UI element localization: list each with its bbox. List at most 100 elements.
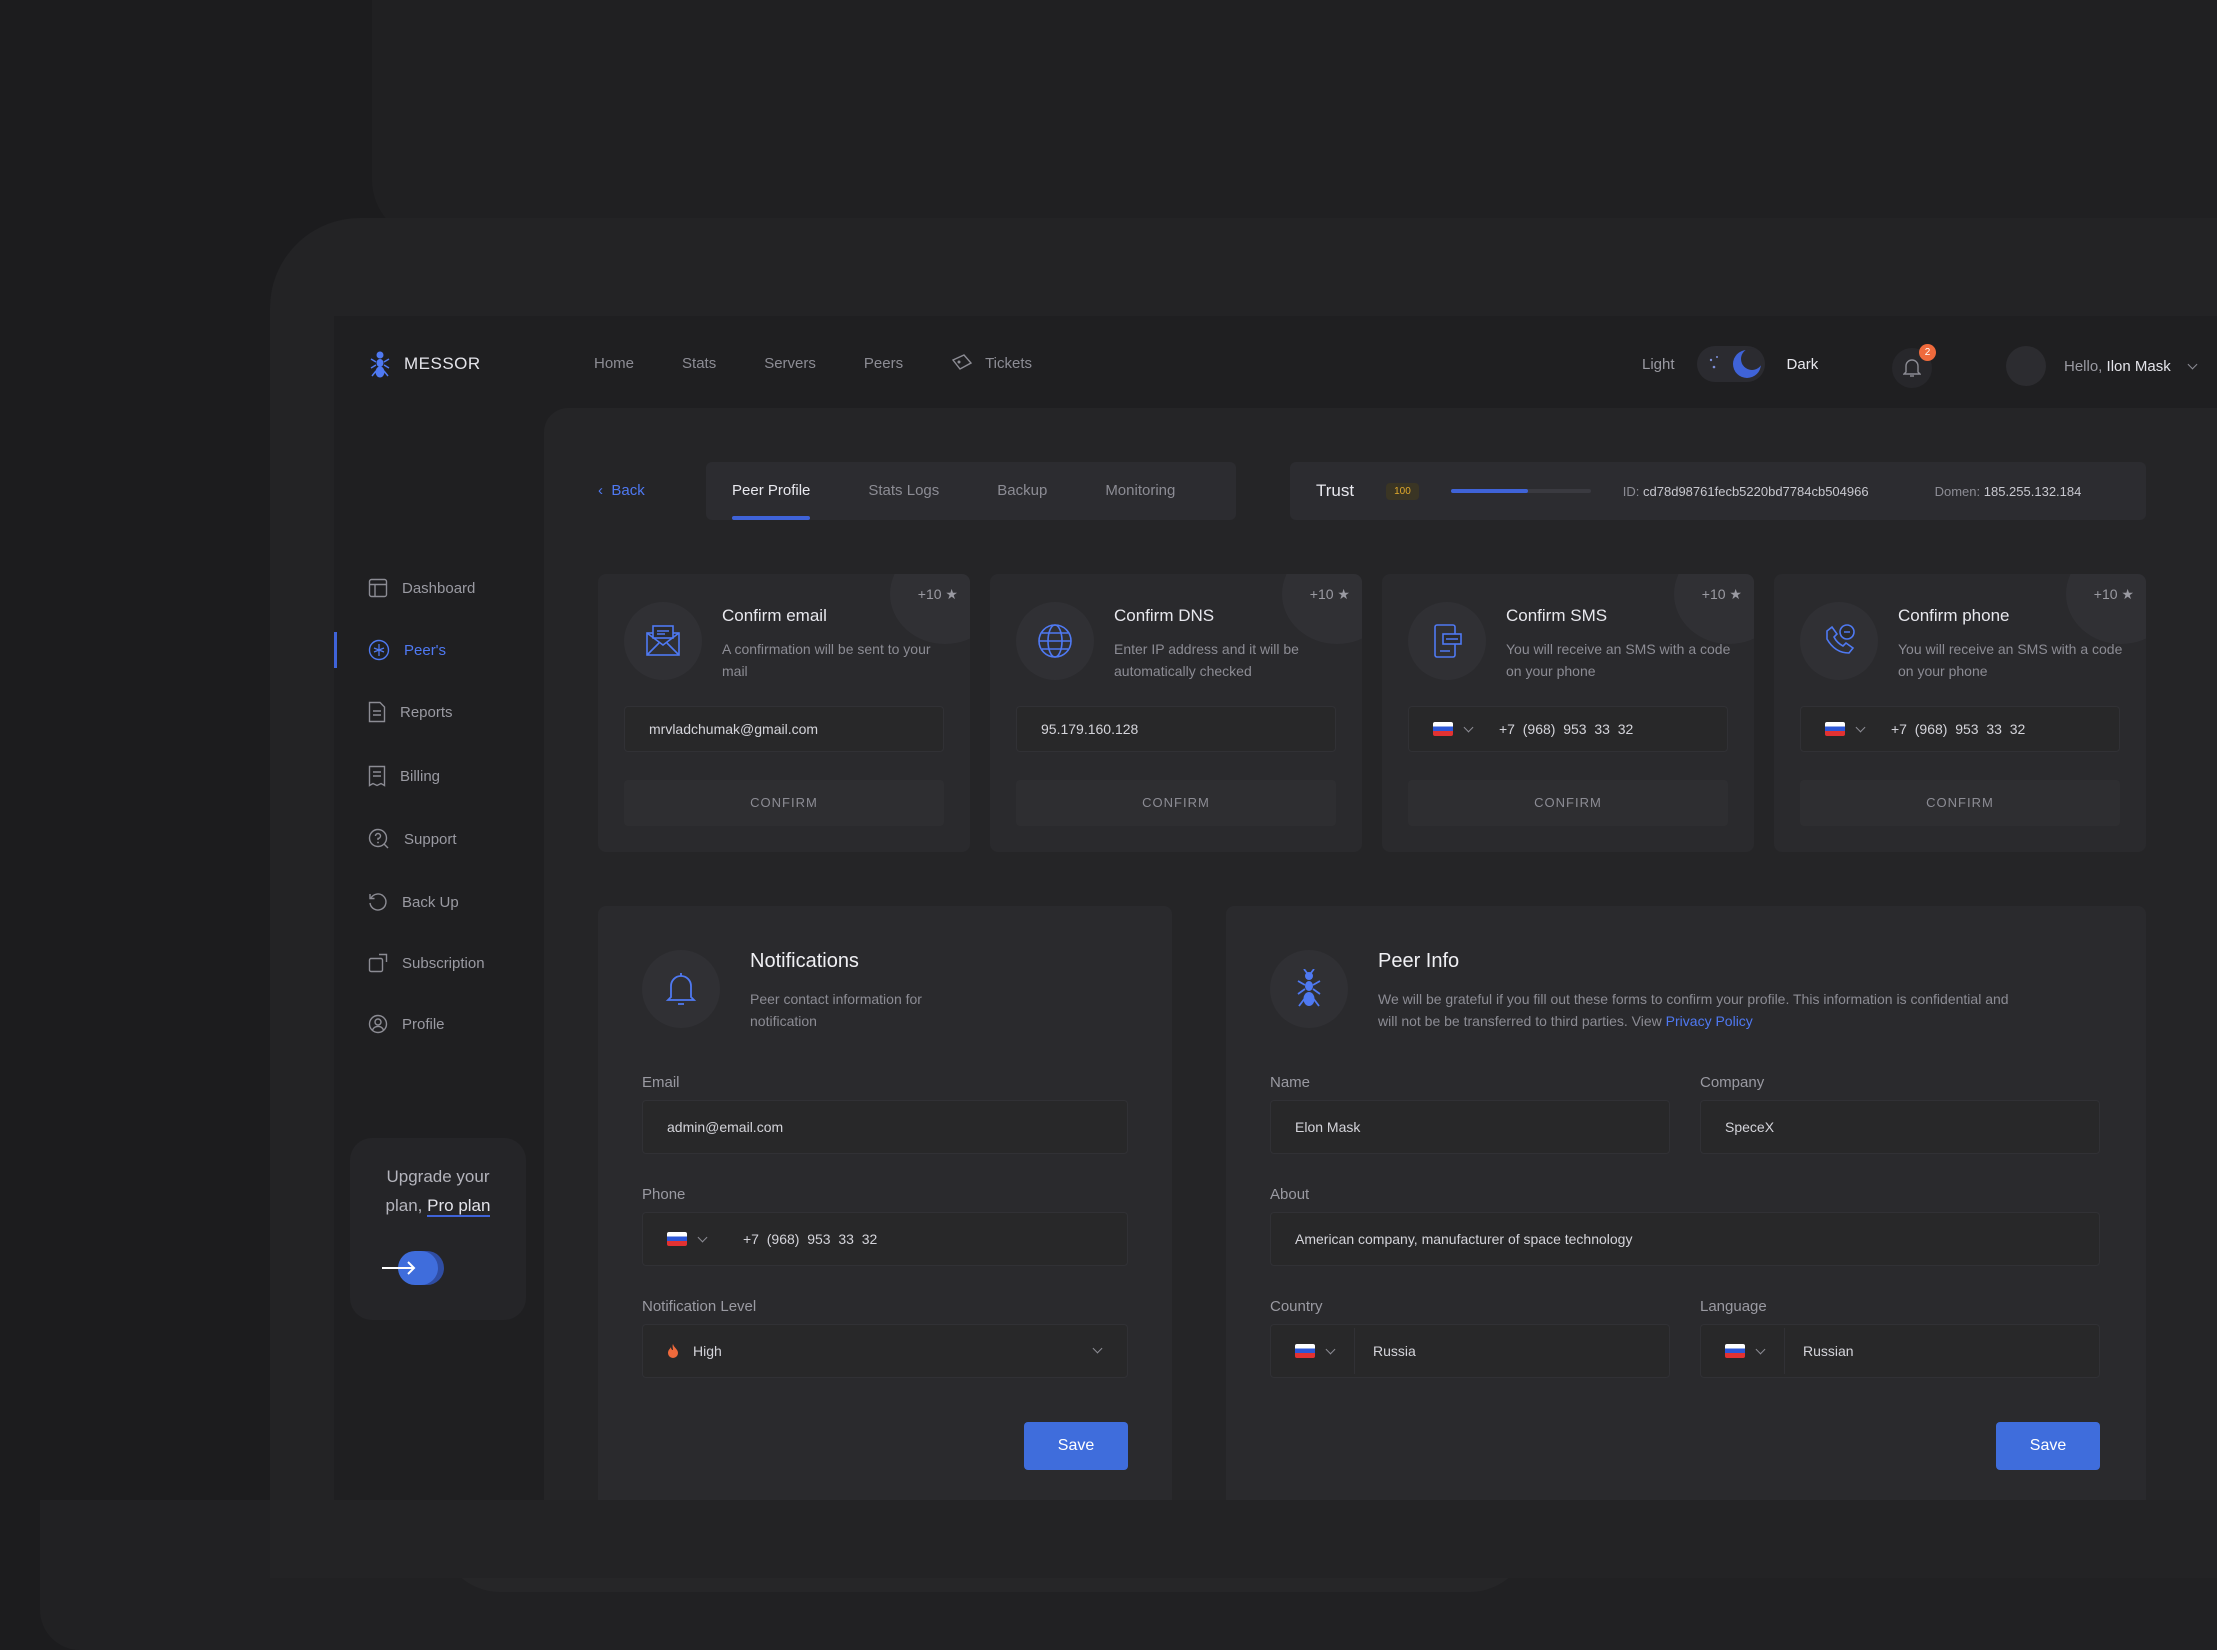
sidebar-item-backup[interactable]: Back Up [334,884,542,920]
card-title: Confirm SMS [1506,606,1608,625]
upgrade-arrow-button[interactable] [382,1248,452,1288]
theme-light-label[interactable]: Light [1642,356,1675,373]
sidebar-item-label: Back Up [402,893,459,911]
ant-icon [1270,950,1348,1028]
card-title: Confirm DNS [1114,606,1215,625]
sidebar-item-support[interactable]: Support [334,821,542,857]
peer-id: ID: cd78d98761fecb5220bd7784cb504966 [1623,484,1869,499]
greeting-text: Hello, [2064,357,2103,375]
peers-icon [368,639,390,661]
russia-flag-icon [1295,1344,1315,1358]
chevron-down-icon[interactable] [1755,1344,1766,1354]
nav-stats[interactable]: Stats [682,354,716,372]
field-divider [1784,1328,1785,1374]
country-label: Country [1270,1298,1323,1315]
backup-icon [369,893,387,911]
sidebar-item-profile[interactable]: Profile [334,1006,542,1042]
chevron-down-icon[interactable] [1325,1344,1336,1354]
top-nav: Home Stats Servers Peers Tickets [594,354,1032,372]
tab-backup[interactable]: Backup [997,462,1047,520]
sidebar-item-billing[interactable]: Billing [334,758,542,794]
confirm-phone-button[interactable]: CONFIRM [1800,780,2120,826]
name-field[interactable]: Elon Mask [1270,1100,1670,1154]
nav-servers[interactable]: Servers [764,354,816,372]
notifications-button[interactable]: 2 [1892,344,1936,388]
bonus-points: +10 ★ [917,586,958,602]
tab-stats-logs[interactable]: Stats Logs [868,462,939,520]
app-name: MESSOR [404,354,481,373]
card-corner [1282,574,1362,644]
arrow-right-icon [382,1251,444,1285]
chevron-down-icon [2187,359,2198,369]
card-description: You will receive an SMS with a code on y… [1898,641,2123,679]
envelope-icon [624,602,702,680]
peer-info-save-button[interactable]: Save [1996,1422,2100,1470]
chevron-down-icon [1092,1343,1103,1354]
card-corner [890,574,970,644]
chevron-down-icon[interactable] [1855,722,1866,732]
confirm-sms-input[interactable]: +7 (968) 953 33 32 [1408,706,1728,752]
panel-desc-line2: will not be be transferred to third part… [1378,1013,1662,1029]
language-value: Russian [1803,1343,1854,1359]
country-value: Russia [1373,1343,1416,1359]
privacy-policy-link[interactable]: Privacy Policy [1666,1013,1753,1029]
confirm-phone-input[interactable]: +7 (968) 953 33 32 [1800,706,2120,752]
language-select[interactable]: Russian [1700,1324,2100,1378]
chevron-down-icon[interactable] [697,1232,708,1242]
theme-toggle[interactable] [1696,346,1765,382]
about-field[interactable]: American company, manufacturer of space … [1270,1212,2100,1266]
sidebar-item-dashboard[interactable]: Dashboard [334,570,542,606]
card-description: You will receive an SMS with a code on y… [1506,641,1731,679]
confirm-sms-button[interactable]: CONFIRM [1408,780,1728,826]
sidebar-item-label: Billing [400,767,441,785]
upgrade-line2: plan, [385,1196,423,1215]
nav-home[interactable]: Home [594,354,634,372]
country-select[interactable]: Russia [1270,1324,1670,1378]
confirm-email-button[interactable]: CONFIRM [624,780,944,826]
about-label: About [1270,1186,1310,1203]
upgrade-card: Upgrade your plan, Pro plan [350,1138,526,1320]
app-logo[interactable]: MESSOR [370,350,481,378]
back-button[interactable]: ‹ Back [598,482,645,499]
sidebar-item-reports[interactable]: Reports [334,694,542,730]
nav-tickets[interactable]: Tickets [951,354,1032,372]
trust-panel: Trust 100 ID: cd78d98761fecb5220bd7784cb… [1290,462,2146,520]
upgrade-text: Upgrade your plan, Pro plan [350,1162,526,1220]
tab-peer-profile[interactable]: Peer Profile [732,462,811,520]
confirm-dns-button[interactable]: CONFIRM [1016,780,1336,826]
profile-icon [368,1014,388,1034]
sidebar-item-label: Peer's [404,641,447,659]
tab-monitoring[interactable]: Monitoring [1105,462,1175,520]
sidebar-item-peers[interactable]: Peer's [334,632,542,668]
theme-dark-label[interactable]: Dark [1787,356,1819,373]
russia-flag-icon [1433,722,1453,736]
confirm-dns-input[interactable]: 95.179.160.128 [1016,706,1336,752]
phone-value: +7 (968) 953 33 32 [1891,721,2026,737]
user-name: Ilon Mask [2106,357,2171,375]
notification-level-value: High [693,1343,722,1359]
russia-flag-icon [1725,1344,1745,1358]
phone-label: Phone [642,1186,686,1203]
chevron-down-icon[interactable] [1463,722,1474,732]
subscription-icon [368,953,388,973]
notification-phone-field[interactable]: +7 (968) 953 33 32 [642,1212,1128,1266]
notification-email-field[interactable]: admin@email.com [642,1100,1128,1154]
confirm-email-input[interactable]: mrvladchumak@gmail.com [624,706,944,752]
main-content: ‹ Back Peer Profile Stats Logs Backup Mo… [544,408,2217,1500]
phone-value: +7 (968) 953 33 32 [1499,721,1634,737]
trust-progress-fill [1450,489,1528,493]
confirm-sms-card: +10 ★ Confirm SMS You will receive an SM… [1382,574,1754,852]
user-greeting: Hello, Ilon Mask [2064,358,2171,375]
notifications-save-button[interactable]: Save [1024,1422,1128,1470]
company-field[interactable]: SpeceX [1700,1100,2100,1154]
notification-level-select[interactable]: High [642,1324,1128,1378]
sidebar-item-label: Dashboard [402,579,476,597]
sidebar-item-subscription[interactable]: Subscription [334,945,542,981]
pro-plan-link[interactable]: Pro plan [427,1196,491,1217]
trust-title: Trust [1316,481,1355,500]
nav-peers[interactable]: Peers [864,354,903,372]
card-description: A confirmation will be sent to your mail [722,641,931,679]
card-description: Enter IP address and it will be automati… [1114,641,1299,679]
user-menu[interactable]: Hello, Ilon Mask [2006,346,2198,386]
peer-domain-value: 185.255.132.184 [1983,483,2082,499]
